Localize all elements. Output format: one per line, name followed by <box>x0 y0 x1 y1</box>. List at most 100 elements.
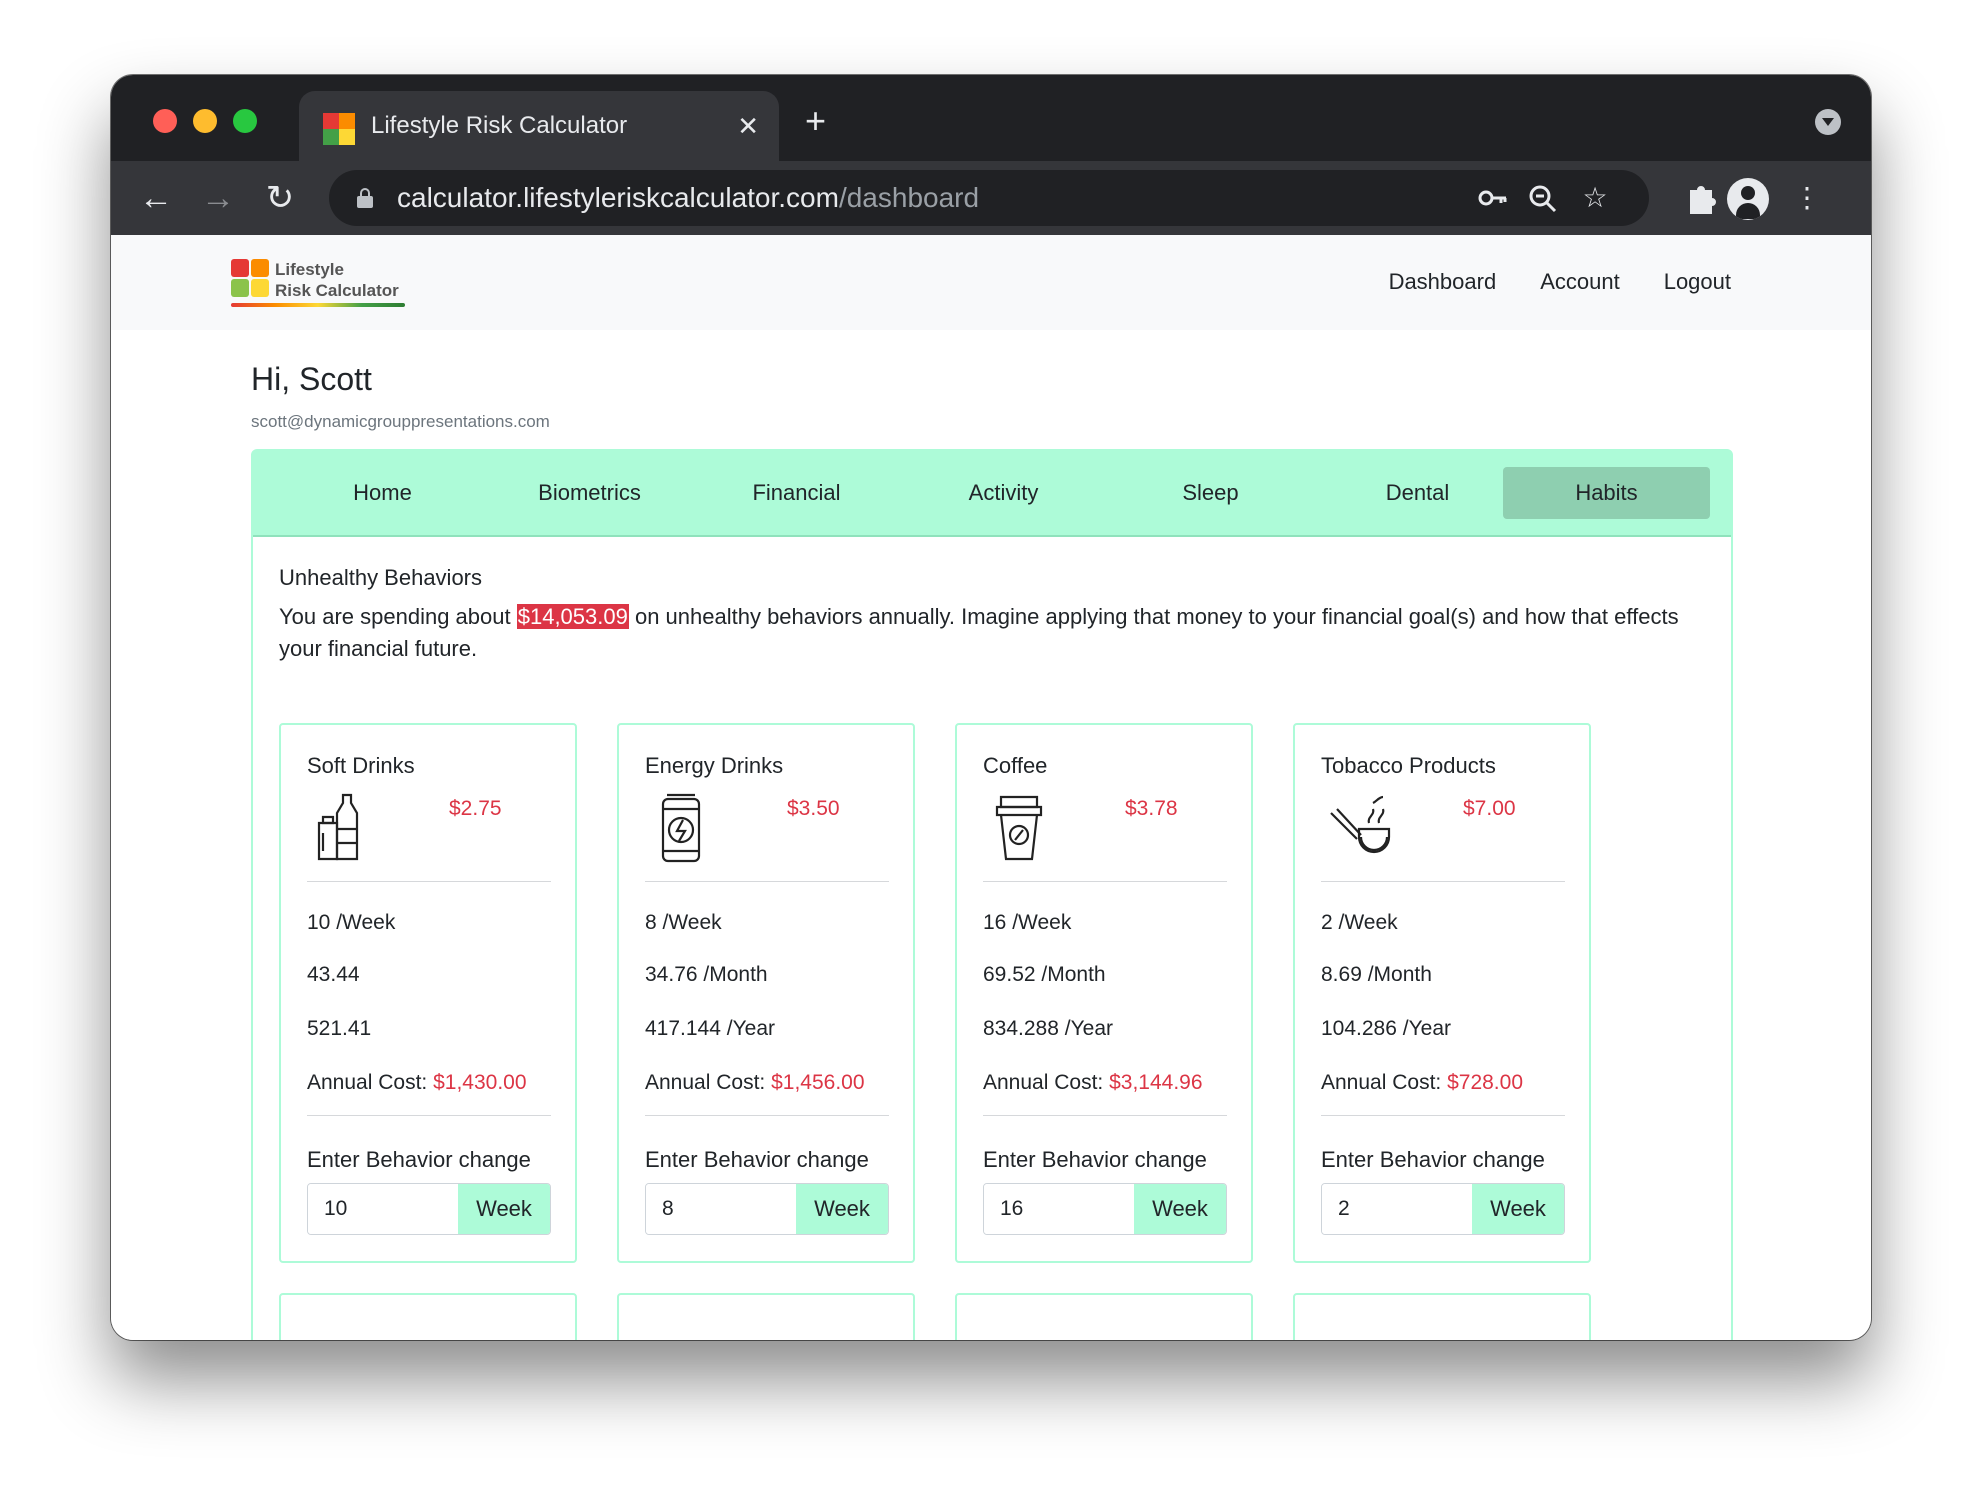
habit-price: $2.75 <box>449 797 502 820</box>
minimize-window-button[interactable] <box>193 109 217 133</box>
card-divider <box>645 1115 889 1116</box>
key-icon[interactable] <box>1475 180 1511 216</box>
habit-name: Tobacco Products <box>1321 753 1496 778</box>
habit-card-energy-drinks: Energy Drinks $3.50 8 /Week 34.76 /Month… <box>617 723 915 1263</box>
yearly-count: 104.286 /Year <box>1321 1017 1452 1040</box>
new-tab-button[interactable]: + <box>805 103 826 139</box>
card-divider <box>645 881 889 882</box>
monthly-count: 8.69 /Month <box>1321 963 1432 986</box>
annual-cost: Annual Cost: $728.00 <box>1321 1071 1524 1094</box>
weekly-count: 16 /Week <box>983 911 1072 934</box>
behavior-change-label: Enter Behavior change <box>645 1147 869 1172</box>
maximize-window-button[interactable] <box>233 109 257 133</box>
card-divider <box>307 881 551 882</box>
spending-summary: You are spending about $14,053.09 on unh… <box>279 604 1679 661</box>
tab-dental[interactable]: Dental <box>1314 467 1521 519</box>
yearly-count: 834.288 /Year <box>983 1017 1114 1040</box>
logo-icon <box>231 259 271 299</box>
monthly-count: 34.76 /Month <box>645 963 768 986</box>
habit-card <box>279 1293 577 1340</box>
unit-addon: Week <box>1472 1184 1564 1234</box>
behavior-change-input[interactable] <box>308 1184 458 1234</box>
logo-text-line2: Risk Calculator <box>275 281 399 300</box>
habit-name: Energy Drinks <box>645 753 784 778</box>
browser-toolbar: ← → ↻ calculator.lifestyleriskcalculator… <box>111 161 1871 235</box>
back-arrow-icon[interactable]: ← <box>131 173 181 223</box>
annual-cost: Annual Cost: $3,144.96 <box>983 1071 1203 1094</box>
habit-name: Soft Drinks <box>307 753 415 778</box>
tab-habits[interactable]: Habits <box>1503 467 1710 519</box>
annual-total-highlight: $14,053.09 <box>516 604 629 629</box>
card-divider <box>983 881 1227 882</box>
behavior-change-input[interactable] <box>984 1184 1134 1234</box>
behavior-change-input[interactable] <box>1322 1184 1472 1234</box>
tab-strip: Lifestyle Risk Calculator ✕ + <box>111 75 1871 161</box>
behavior-change-label: Enter Behavior change <box>307 1147 531 1172</box>
tab-search-icon[interactable] <box>1815 109 1841 135</box>
browser-tab[interactable]: Lifestyle Risk Calculator ✕ <box>299 91 779 161</box>
monthly-count: 69.52 /Month <box>983 963 1106 986</box>
behavior-change-group: Week <box>307 1183 551 1235</box>
url-text[interactable]: calculator.lifestyleriskcalculator.com/d… <box>397 180 979 216</box>
annual-cost: Annual Cost: $1,456.00 <box>645 1071 865 1094</box>
logo-text-line1: Lifestyle <box>275 260 344 279</box>
tab-biometrics[interactable]: Biometrics <box>486 467 693 519</box>
dashboard-tabs: Home Biometrics Financial Activity Sleep… <box>253 451 1731 537</box>
tab-financial[interactable]: Financial <box>693 467 900 519</box>
section-title: Unhealthy Behaviors <box>279 565 483 590</box>
close-tab-icon[interactable]: ✕ <box>737 109 759 143</box>
user-email: scott@dynamicgrouppresentations.com <box>251 412 550 431</box>
bookmark-star-icon[interactable]: ☆ <box>1577 180 1613 216</box>
behavior-change-input[interactable] <box>646 1184 796 1234</box>
behavior-change-group: Week <box>645 1183 889 1235</box>
monthly-count: 43.44 <box>307 963 360 986</box>
habit-card <box>617 1293 915 1340</box>
lock-icon <box>357 188 373 208</box>
weekly-count: 2 /Week <box>1321 911 1398 934</box>
reload-icon[interactable]: ↻ <box>255 173 305 223</box>
yearly-count: 521.41 <box>307 1017 372 1040</box>
habit-price: $7.00 <box>1463 797 1516 820</box>
unit-addon: Week <box>796 1184 888 1234</box>
zoom-out-icon[interactable] <box>1525 180 1561 216</box>
site-header: Lifestyle Risk Calculator Dashboard Acco… <box>111 235 1871 330</box>
card-divider <box>983 1115 1227 1116</box>
behavior-change-group: Week <box>1321 1183 1565 1235</box>
coffee-cup-icon <box>991 793 1051 863</box>
greeting-heading: Hi, Scott <box>251 361 372 397</box>
address-bar[interactable]: calculator.lifestyleriskcalculator.com/d… <box>329 170 1649 226</box>
unit-addon: Week <box>458 1184 550 1234</box>
site-logo[interactable]: Lifestyle Risk Calculator <box>231 259 411 309</box>
unit-addon: Week <box>1134 1184 1226 1234</box>
card-divider <box>307 1115 551 1116</box>
weekly-count: 10 /Week <box>307 911 396 934</box>
nav-logout-link[interactable]: Logout <box>1664 267 1731 297</box>
nav-dashboard-link[interactable]: Dashboard <box>1389 267 1497 297</box>
habit-name: Coffee <box>983 753 1048 778</box>
nav-account-link[interactable]: Account <box>1540 267 1620 297</box>
habit-card-coffee: Coffee $3.78 16 /Week 69.52 /Month 834.2… <box>955 723 1253 1263</box>
close-window-button[interactable] <box>153 109 177 133</box>
soda-bottle-icon <box>315 793 375 863</box>
dashboard-card: Home Biometrics Financial Activity Sleep… <box>251 449 1733 1340</box>
habit-price: $3.50 <box>787 797 840 820</box>
habit-price: $3.78 <box>1125 797 1178 820</box>
extensions-puzzle-icon[interactable] <box>1679 176 1723 220</box>
behavior-change-label: Enter Behavior change <box>1321 1147 1545 1172</box>
more-menu-icon[interactable]: ⋮ <box>1785 176 1829 220</box>
forward-arrow-icon[interactable]: → <box>193 173 243 223</box>
yearly-count: 417.144 /Year <box>645 1017 776 1040</box>
tab-title: Lifestyle Risk Calculator <box>371 112 628 139</box>
tab-activity[interactable]: Activity <box>900 467 1107 519</box>
profile-avatar-icon[interactable] <box>1727 178 1769 220</box>
habit-card <box>1293 1293 1591 1340</box>
habit-card <box>955 1293 1253 1340</box>
behavior-change-label: Enter Behavior change <box>983 1147 1207 1172</box>
annual-cost: Annual Cost: $1,430.00 <box>307 1071 527 1094</box>
logo-underline <box>231 303 405 307</box>
tab-home[interactable]: Home <box>279 467 486 519</box>
weekly-count: 8 /Week <box>645 911 722 934</box>
tab-sleep[interactable]: Sleep <box>1107 467 1314 519</box>
card-divider <box>1321 1115 1565 1116</box>
site-nav: Dashboard Account Logout <box>1389 267 1731 297</box>
